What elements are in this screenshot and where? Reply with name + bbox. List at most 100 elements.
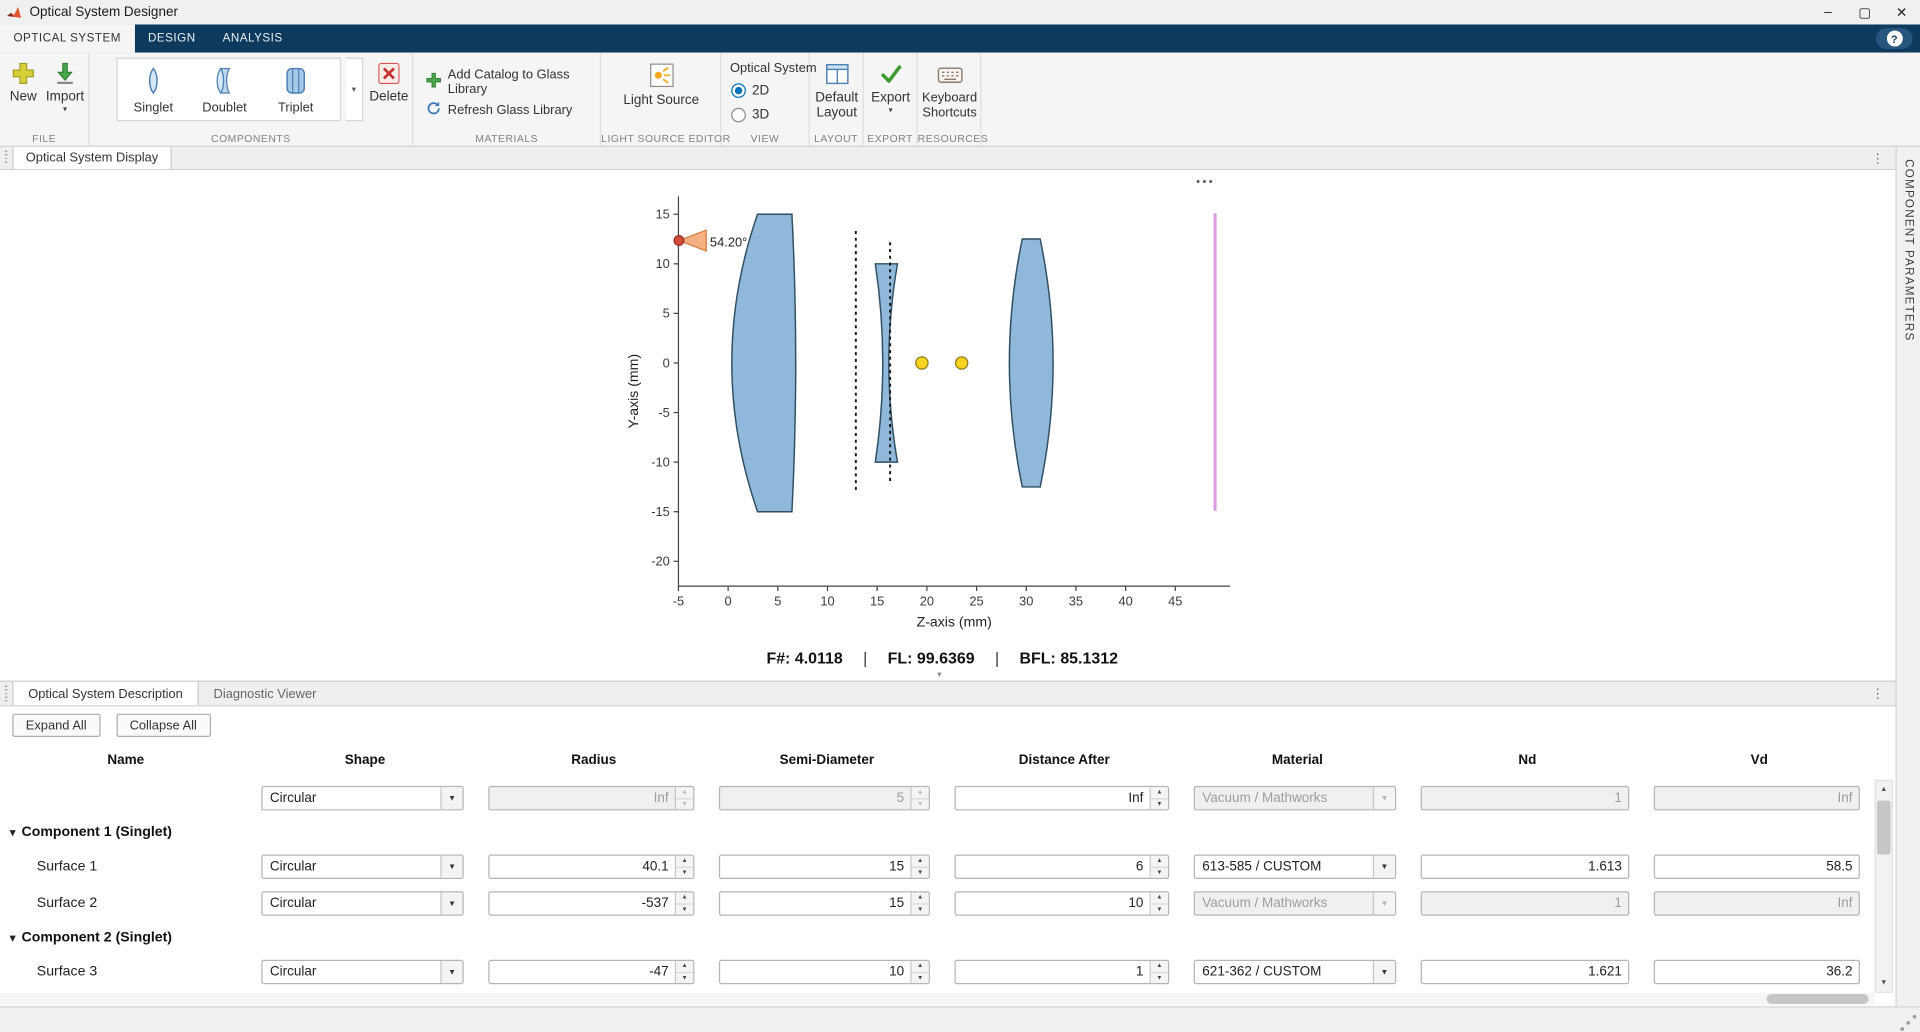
spinner-down-icon[interactable]: ▼ — [676, 867, 693, 877]
refresh-glass-library-button[interactable]: Refresh Glass Library — [426, 99, 573, 121]
shape-dropdown[interactable]: Circular▼ — [261, 786, 463, 810]
spinner-up-icon[interactable]: ▲ — [912, 892, 929, 904]
spinner-up-icon[interactable]: ▲ — [676, 961, 693, 973]
material-dropdown[interactable]: 621-362 / CUSTOM▼ — [1194, 960, 1396, 984]
chevron-down-icon[interactable]: ▼ — [440, 856, 462, 878]
focus-point[interactable] — [916, 357, 928, 369]
spinner-down-icon[interactable]: ▼ — [1151, 799, 1168, 809]
export-button[interactable]: Export ▾ — [864, 61, 918, 115]
add-catalog-button[interactable]: Add Catalog to Glass Library — [426, 71, 600, 93]
scrollbar-thumb[interactable] — [1767, 994, 1869, 1004]
doublet-button[interactable]: Doublet — [189, 59, 260, 120]
chevron-down-icon[interactable]: ▾ — [889, 107, 893, 116]
maximize-button[interactable]: ▢ — [1846, 0, 1883, 24]
tab-analysis[interactable]: ANALYSIS — [209, 24, 296, 52]
spinner-up-icon[interactable]: ▲ — [1151, 961, 1168, 973]
component-group-row[interactable]: ▾Component 2 (Singlet) — [0, 922, 1875, 954]
chevron-down-icon[interactable]: ▼ — [1373, 961, 1395, 983]
chevron-down-icon[interactable]: ▼ — [440, 961, 462, 983]
spinner[interactable]: ▲▼ — [1150, 961, 1168, 983]
semi-diameter-input[interactable]: 10▲▼ — [719, 960, 930, 984]
help-button[interactable]: ? — [1876, 28, 1913, 49]
spinner[interactable]: ▲▼ — [675, 961, 693, 983]
spinner-up-icon[interactable]: ▲ — [1151, 787, 1168, 799]
spinner-down-icon[interactable]: ▼ — [912, 973, 929, 983]
scroll-up-icon[interactable]: ▲ — [1876, 781, 1892, 798]
spinner[interactable]: ▲▼ — [910, 892, 928, 914]
chevron-down-icon[interactable]: ▼ — [440, 787, 462, 809]
spinner[interactable]: ▲▼ — [1150, 787, 1168, 809]
distance-after-input[interactable]: Inf▲▼ — [954, 786, 1169, 810]
semi-diameter-input[interactable]: 15▲▼ — [719, 891, 930, 915]
material-dropdown[interactable]: 613-585 / CUSTOM▼ — [1194, 854, 1396, 878]
spinner[interactable]: ▲▼ — [910, 961, 928, 983]
spinner-down-icon[interactable]: ▼ — [1151, 973, 1168, 983]
collapse-toggle-icon[interactable]: ▾ — [10, 826, 16, 839]
delete-button[interactable]: Delete — [368, 61, 410, 104]
singlet-button[interactable]: Singlet — [118, 59, 189, 120]
vertical-scrollbar[interactable]: ▲ ▼ — [1875, 780, 1893, 993]
default-layout-button[interactable]: Default Layout — [810, 61, 864, 120]
spinner-up-icon[interactable]: ▲ — [1151, 892, 1168, 904]
chevron-down-icon[interactable]: ▼ — [440, 892, 462, 914]
spinner-up-icon[interactable]: ▲ — [912, 856, 929, 868]
radius-input[interactable]: -47▲▼ — [488, 960, 694, 984]
scroll-down-icon[interactable]: ▼ — [1876, 974, 1892, 991]
spinner-down-icon[interactable]: ▼ — [1151, 867, 1168, 877]
light-source-button[interactable]: Light Source — [618, 61, 704, 108]
lens-shape[interactable] — [1009, 239, 1053, 487]
shape-dropdown[interactable]: Circular▼ — [261, 854, 463, 878]
spinner[interactable]: ▲▼ — [675, 892, 693, 914]
spinner-down-icon[interactable]: ▼ — [676, 973, 693, 983]
radius-input[interactable]: 40.1▲▼ — [488, 854, 694, 878]
spinner-down-icon[interactable]: ▼ — [912, 867, 929, 877]
shape-dropdown[interactable]: Circular▼ — [261, 960, 463, 984]
spinner-down-icon[interactable]: ▼ — [1151, 904, 1168, 914]
component-group-row[interactable]: ▾Component 1 (Singlet) — [0, 817, 1875, 849]
spinner[interactable]: ▲▼ — [675, 856, 693, 878]
distance-after-input[interactable]: 1▲▼ — [954, 960, 1169, 984]
vd-input[interactable]: 36.2 — [1654, 960, 1860, 984]
chevron-down-icon[interactable]: ▾ — [63, 105, 67, 114]
radius-input[interactable]: -537▲▼ — [488, 891, 694, 915]
component-parameters-strip[interactable]: COMPONENT PARAMETERS — [1895, 147, 1920, 1006]
import-button[interactable]: Import ▾ — [43, 61, 87, 114]
spinner[interactable]: ▲▼ — [1150, 856, 1168, 878]
scrollbar-thumb[interactable] — [1877, 801, 1890, 855]
tab-optical-system[interactable]: OPTICAL SYSTEM — [0, 24, 134, 52]
optical-system-plot[interactable]: -5051015202530354045151050-5-10-15-20Z-a… — [623, 182, 1261, 653]
horizontal-scrollbar[interactable] — [0, 993, 1875, 1005]
spinner-up-icon[interactable]: ▲ — [676, 856, 693, 868]
close-button[interactable]: ✕ — [1883, 0, 1920, 24]
lens-shape[interactable] — [732, 214, 796, 511]
vd-input[interactable]: 58.5 — [1654, 854, 1860, 878]
tab-diagnostic-viewer[interactable]: Diagnostic Viewer — [199, 682, 331, 705]
nd-input[interactable]: 1.621 — [1421, 960, 1630, 984]
distance-after-input[interactable]: 6▲▼ — [954, 854, 1169, 878]
lens-shape[interactable] — [875, 264, 897, 462]
tab-design[interactable]: DESIGN — [134, 24, 209, 52]
new-button[interactable]: New — [4, 61, 43, 104]
shape-dropdown[interactable]: Circular▼ — [261, 891, 463, 915]
distance-after-input[interactable]: 10▲▼ — [954, 891, 1169, 915]
expand-all-button[interactable]: Expand All — [12, 714, 100, 737]
collapse-all-button[interactable]: Collapse All — [116, 714, 210, 737]
radio-3d[interactable]: 3D — [731, 108, 769, 123]
tab-optical-system-display[interactable]: Optical System Display — [12, 147, 171, 169]
spinner-down-icon[interactable]: ▼ — [676, 904, 693, 914]
splitter-collapse-button[interactable]: ▾ — [937, 670, 941, 680]
scrollbar-track[interactable] — [1876, 798, 1892, 974]
keyboard-shortcuts-button[interactable]: Keyboard Shortcuts — [918, 61, 982, 120]
spinner-up-icon[interactable]: ▲ — [676, 892, 693, 904]
spinner[interactable]: ▲▼ — [910, 856, 928, 878]
focus-point[interactable] — [956, 357, 968, 369]
panel-grip[interactable] — [2, 686, 9, 702]
panel-grip[interactable] — [2, 151, 9, 166]
minimize-button[interactable]: – — [1810, 0, 1847, 24]
radio-3d-circle[interactable] — [731, 108, 746, 123]
triplet-button[interactable]: Triplet — [260, 59, 331, 120]
spinner-up-icon[interactable]: ▲ — [1151, 856, 1168, 868]
chevron-down-icon[interactable]: ▼ — [1373, 856, 1395, 878]
radio-2d[interactable]: 2D — [731, 83, 769, 98]
spinner-down-icon[interactable]: ▼ — [912, 904, 929, 914]
